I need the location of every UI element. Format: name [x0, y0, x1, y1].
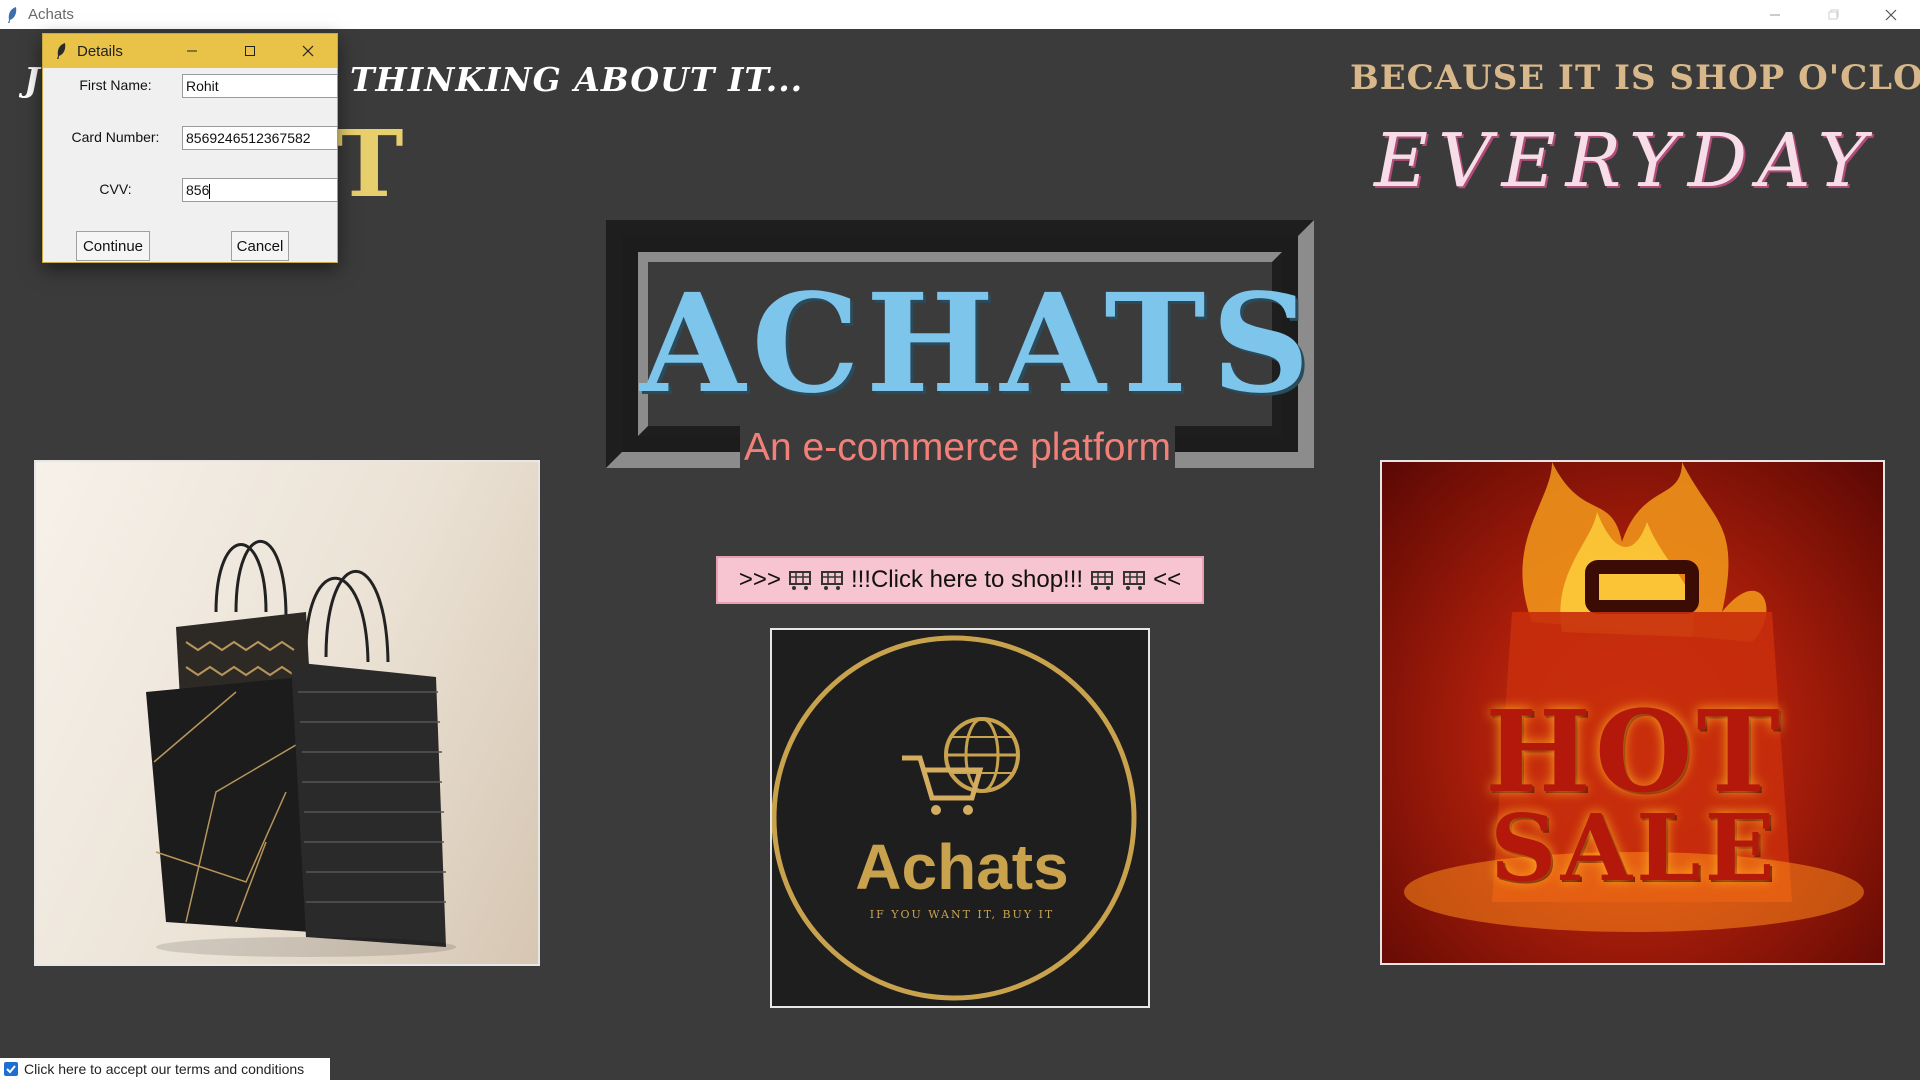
text-caret [209, 183, 211, 199]
card-number-field[interactable]: 8569246512367582 [182, 126, 338, 150]
shopping-bags-image [34, 460, 540, 966]
close-button[interactable] [1862, 0, 1920, 29]
card-number-row: Card Number: 8569246512367582 [43, 126, 339, 150]
maximize-button[interactable] [1804, 0, 1862, 29]
first-name-label: First Name: [79, 77, 152, 93]
tagline-left-start: J [24, 60, 40, 99]
cart-icon [1089, 569, 1115, 591]
dialog-title: Details [77, 42, 123, 60]
cvv-value: 856 [186, 182, 210, 198]
tagline-right: BECAUSE IT IS SHOP O'CLOCK [1350, 58, 1920, 98]
continue-button[interactable]: Continue [76, 231, 150, 261]
platform-subtitle: An e-commerce platform [740, 426, 1175, 470]
close-icon [302, 45, 314, 57]
shop-button[interactable]: >>> !!!Click here to shop!!! << [716, 556, 1204, 604]
terms-checkbox[interactable] [4, 1062, 18, 1076]
shop-button-suffix: << [1153, 566, 1182, 593]
close-icon [1885, 9, 1897, 20]
cvv-label: CVV: [99, 181, 132, 197]
dialog-titlebar: Details [43, 34, 337, 68]
shop-button-prefix: >>> [738, 566, 781, 593]
minimize-icon [187, 50, 197, 52]
cart-icon [819, 569, 845, 591]
brand-logo-name: Achats [855, 831, 1069, 903]
achats-title: ACHATS [640, 264, 1316, 424]
window-titlebar: Achats [0, 0, 1920, 29]
dialog-maximize-button[interactable] [221, 34, 279, 68]
feather-icon [55, 42, 69, 60]
shop-button-label: !!!Click here to shop!!! [850, 566, 1084, 593]
cvv-row: CVV: 856 [43, 178, 339, 202]
achats-brand-logo: Achats IF YOU WANT IT, BUY IT [770, 628, 1150, 1008]
minimize-icon [1770, 14, 1780, 15]
cart-icon [787, 569, 813, 591]
hot-sale-image: HOT SALE [1380, 460, 1885, 965]
gold-heading-fragment: T [335, 110, 404, 218]
cvv-field[interactable]: 856 [182, 178, 338, 202]
hot-sale-line2: SALE [1490, 794, 1779, 902]
terms-label: Click here to accept our terms and condi… [24, 1061, 305, 1077]
globe-cart-icon [772, 635, 1137, 1001]
hot-sale-line1: HOT [1485, 687, 1784, 818]
details-dialog: Details First Name: Rohit Card Number: 8… [42, 33, 338, 263]
maximize-icon [245, 46, 255, 56]
cart-icon [1121, 569, 1147, 591]
terms-checkbox-row[interactable]: Click here to accept our terms and condi… [0, 1058, 330, 1080]
dialog-close-button[interactable] [279, 34, 337, 68]
feather-icon [6, 5, 22, 25]
cancel-button[interactable]: Cancel [231, 231, 289, 261]
first-name-row: First Name: Rohit [43, 74, 339, 98]
maximize-icon [1828, 9, 1839, 19]
minimize-button[interactable] [1746, 0, 1804, 29]
window-title: Achats [28, 6, 74, 23]
dialog-minimize-button[interactable] [163, 34, 221, 68]
brand-logo-slogan: IF YOU WANT IT, BUY IT [869, 908, 1055, 921]
tagline-left: THINKING ABOUT IT... [350, 60, 804, 99]
card-number-label: Card Number: [71, 129, 160, 145]
checkmark-icon [6, 1065, 16, 1074]
first-name-field[interactable]: Rohit [182, 74, 338, 98]
everyday-heading: EVERYDAY [1374, 118, 1877, 204]
